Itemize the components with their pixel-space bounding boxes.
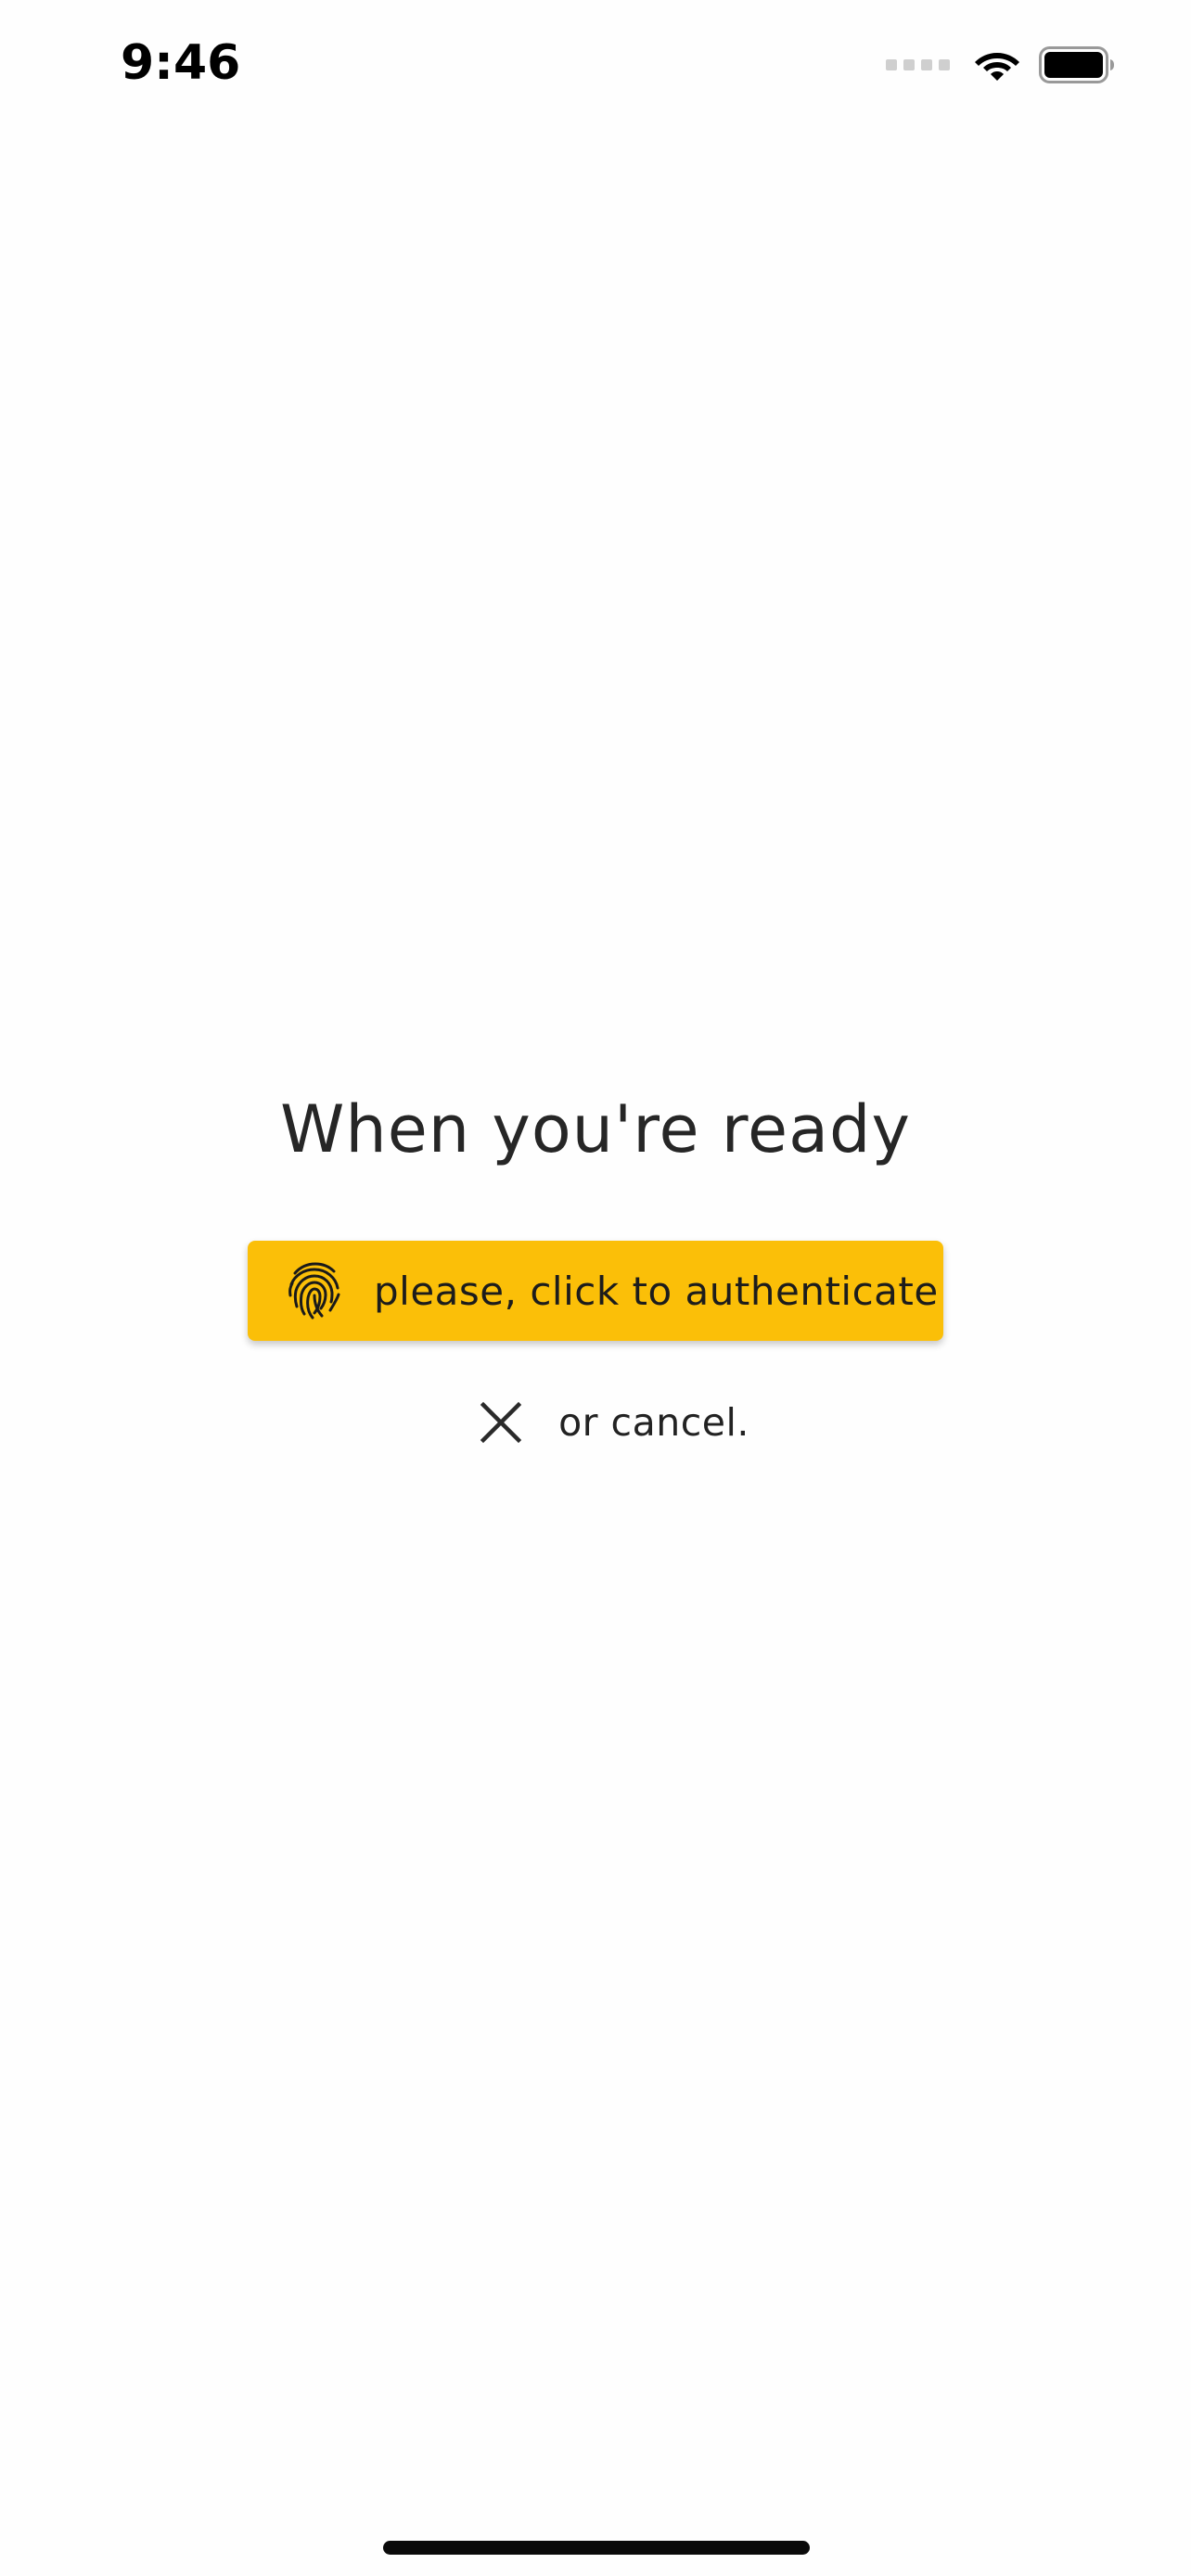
cancel-button[interactable]: or cancel. — [479, 1400, 749, 1445]
status-time: 9:46 — [121, 35, 241, 91]
authenticate-button-label: please, click to authenticate — [374, 1268, 939, 1314]
status-indicators — [886, 46, 1115, 83]
wifi-icon — [974, 47, 1020, 83]
screen: 9:46 When you're ready please, click to … — [0, 0, 1191, 2576]
status-bar: 9:46 — [0, 0, 1191, 139]
battery-icon — [1039, 46, 1115, 83]
home-indicator[interactable] — [383, 2541, 810, 2555]
cellular-signal-icon — [886, 59, 950, 70]
auth-prompt: When you're ready please, click to authe… — [0, 1085, 1191, 1445]
page-title: When you're ready — [280, 1091, 911, 1167]
authenticate-button[interactable]: please, click to authenticate — [248, 1241, 943, 1341]
fingerprint-icon — [287, 1262, 342, 1320]
cancel-label: or cancel. — [558, 1400, 749, 1445]
close-icon — [479, 1400, 523, 1445]
